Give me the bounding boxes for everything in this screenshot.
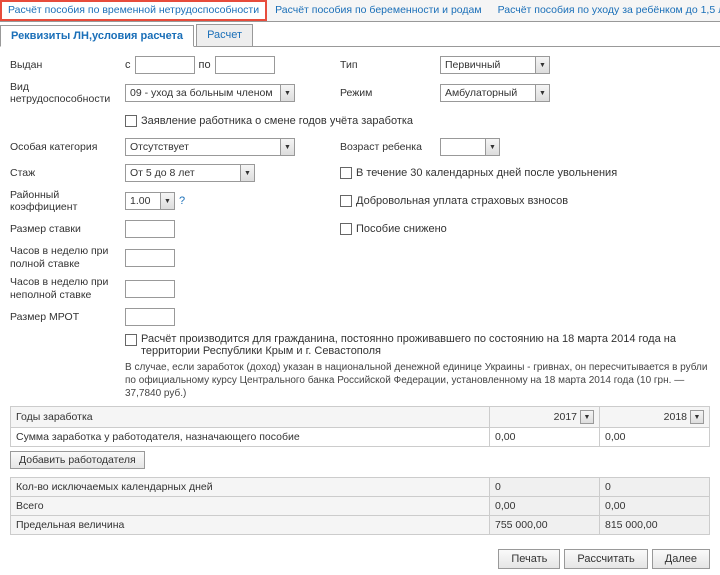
tot2: 0,00 <box>600 497 710 516</box>
chevron-down-icon[interactable]: ▼ <box>485 139 499 155</box>
chevron-down-icon[interactable]: ▼ <box>280 139 294 155</box>
mode-select[interactable]: Амбулаторный ▼ <box>440 84 550 102</box>
total-label: Всего <box>11 497 490 516</box>
from-label: с <box>125 59 131 71</box>
excluded-label: Кол-во исключаемых календарных дней <box>11 478 490 497</box>
stage-value: От 5 до 8 лет <box>126 167 199 179</box>
sum2-cell[interactable]: 0,00 <box>600 428 710 447</box>
year2: 2018 <box>664 411 687 423</box>
lim2: 815 000,00 <box>600 516 710 535</box>
mrot-input[interactable] <box>125 308 175 326</box>
change-years-label: Заявление работника о смене годов учёта … <box>141 115 413 127</box>
distype-select[interactable]: 09 - уход за больным членом ▼ <box>125 84 295 102</box>
year1: 2017 <box>554 411 577 423</box>
table-row: Предельная величина 755 000,00 815 000,0… <box>11 516 710 535</box>
chevron-down-icon[interactable]: ▼ <box>535 85 549 101</box>
date-to-input[interactable] <box>215 56 275 74</box>
hourspart-label: Часов в неделю при неполной ставке <box>10 276 125 301</box>
ratesize-input[interactable] <box>125 220 175 238</box>
ratesize-label: Размер ставки <box>10 223 125 235</box>
mrot-label: Размер МРОТ <box>10 311 125 323</box>
type-label: Тип <box>340 59 440 71</box>
lim1: 755 000,00 <box>490 516 600 535</box>
crimea-label: Расчёт производится для гражданина, пост… <box>141 333 710 357</box>
within30-label: В течение 30 календарных дней после увол… <box>356 167 617 179</box>
type-select[interactable]: Первичный ▼ <box>440 56 550 74</box>
mode-label: Режим <box>340 87 440 99</box>
form-area: Выдан с по Тип Первичный ▼ Вид нетрудосп… <box>0 47 720 543</box>
nav-childcare[interactable]: Расчёт пособия по уходу за ребёнком до 1… <box>490 0 720 21</box>
ex2: 0 <box>600 478 710 497</box>
chevron-down-icon[interactable]: ▼ <box>580 410 594 424</box>
special-select[interactable]: Отсутствует ▼ <box>125 138 295 156</box>
change-years-checkbox[interactable] <box>125 115 137 127</box>
childage-select[interactable]: ▼ <box>440 138 500 156</box>
uah-note: В случае, если заработок (доход) указан … <box>125 361 710 400</box>
regioncoef-select[interactable]: 1.00 ▼ <box>125 192 175 210</box>
stage-label: Стаж <box>10 167 125 179</box>
to-label: по <box>199 59 211 71</box>
table-row: Годы заработка 2017▼ 2018▼ <box>11 407 710 428</box>
help-link[interactable]: ? <box>179 195 185 207</box>
calculate-button[interactable]: Рассчитать <box>564 549 647 569</box>
reduced-checkbox[interactable] <box>340 223 352 235</box>
tab-details[interactable]: Реквизиты ЛН,условия расчета <box>0 25 194 47</box>
distype-value: 09 - уход за больным членом <box>126 87 277 99</box>
chevron-down-icon[interactable]: ▼ <box>160 193 174 209</box>
print-button[interactable]: Печать <box>498 549 560 569</box>
hourspart-input[interactable] <box>125 280 175 298</box>
nav-disability[interactable]: Расчёт пособия по временной нетрудоспосо… <box>0 0 267 21</box>
tot1: 0,00 <box>490 497 600 516</box>
special-value: Отсутствует <box>126 141 193 153</box>
tab-calc[interactable]: Расчет <box>196 24 253 46</box>
nav-maternity[interactable]: Расчёт пособия по беременности и родам <box>267 0 490 21</box>
special-label: Особая категория <box>10 141 125 153</box>
voluntary-label: Добровольная уплата страховых взносов <box>356 195 568 207</box>
voluntary-checkbox[interactable] <box>340 195 352 207</box>
totals-table: Кол-во исключаемых календарных дней 0 0 … <box>10 477 710 535</box>
issued-label: Выдан <box>10 59 125 71</box>
hoursfull-label: Часов в неделю при полной ставке <box>10 245 125 270</box>
footer-buttons: Печать Рассчитать Далее <box>0 543 720 575</box>
chevron-down-icon[interactable]: ▼ <box>690 410 704 424</box>
sum1-cell[interactable]: 0,00 <box>490 428 600 447</box>
stage-select[interactable]: От 5 до 8 лет ▼ <box>125 164 255 182</box>
distype-label: Вид нетрудоспособности <box>10 81 125 105</box>
reduced-label: Пособие снижено <box>356 223 447 235</box>
top-nav: Расчёт пособия по временной нетрудоспосо… <box>0 0 720 22</box>
table-row: Всего 0,00 0,00 <box>11 497 710 516</box>
chevron-down-icon[interactable]: ▼ <box>280 85 294 101</box>
add-employer-button[interactable]: Добавить работодателя <box>10 451 145 469</box>
table-row: Кол-во исключаемых календарных дней 0 0 <box>11 478 710 497</box>
next-button[interactable]: Далее <box>652 549 710 569</box>
regioncoef-label: Районный коэффициент <box>10 189 125 213</box>
chevron-down-icon[interactable]: ▼ <box>240 165 254 181</box>
hoursfull-input[interactable] <box>125 249 175 267</box>
date-from-input[interactable] <box>135 56 195 74</box>
sum-label: Сумма заработка у работодателя, назначаю… <box>11 428 490 447</box>
regioncoef-value: 1.00 <box>126 195 154 207</box>
earnings-table: Годы заработка 2017▼ 2018▼ Сумма заработ… <box>10 406 710 447</box>
table-row: Сумма заработка у работодателя, назначаю… <box>11 428 710 447</box>
within30-checkbox[interactable] <box>340 167 352 179</box>
mode-value: Амбулаторный <box>441 87 521 99</box>
chevron-down-icon[interactable]: ▼ <box>535 57 549 73</box>
crimea-checkbox[interactable] <box>125 334 137 346</box>
type-value: Первичный <box>441 59 504 71</box>
tab-bar: Реквизиты ЛН,условия расчета Расчет <box>0 24 720 47</box>
years-label: Годы заработка <box>11 407 490 428</box>
limit-label: Предельная величина <box>11 516 490 535</box>
ex1: 0 <box>490 478 600 497</box>
childage-label: Возраст ребенка <box>340 141 440 153</box>
